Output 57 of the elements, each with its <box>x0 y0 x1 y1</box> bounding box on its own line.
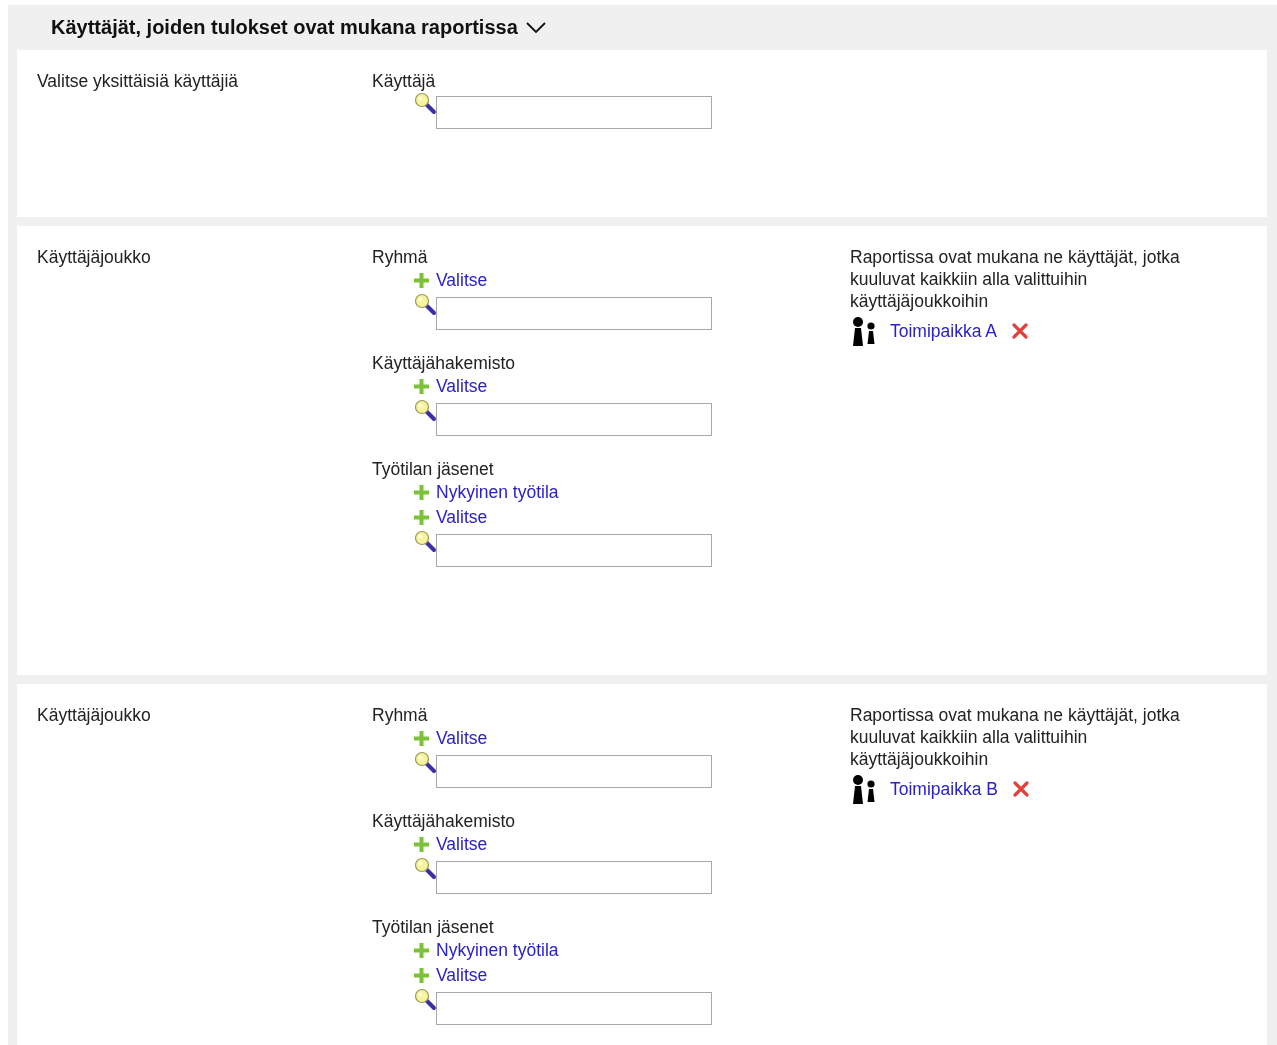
section-label: Valitse yksittäisiä käyttäjiä <box>37 71 238 91</box>
plus-icon <box>413 378 430 395</box>
search-field[interactable] <box>436 755 712 788</box>
add-link[interactable]: Valitse <box>436 834 488 855</box>
field-label: Ryhmä <box>372 704 428 726</box>
search-icon[interactable] <box>414 857 438 881</box>
search-field[interactable] <box>436 96 712 129</box>
search-icon <box>414 751 436 773</box>
add-link[interactable]: Valitse <box>436 728 488 749</box>
plus-icon <box>413 836 430 853</box>
add-link[interactable]: Valitse <box>436 507 488 528</box>
user-set-link[interactable]: Toimipaikka B <box>890 778 998 800</box>
search-icon <box>414 857 436 879</box>
search-icon[interactable] <box>414 988 438 1012</box>
add-link[interactable]: Valitse <box>436 965 488 986</box>
search-field[interactable] <box>436 297 712 330</box>
add-link[interactable]: Nykyinen työtila <box>436 482 559 503</box>
user-set-link[interactable]: Toimipaikka A <box>890 320 997 342</box>
field-label: Käyttäjähakemisto <box>372 352 515 374</box>
add-link[interactable]: Nykyinen työtila <box>436 940 559 961</box>
section-toggle[interactable]: Käyttäjät, joiden tulokset ovat mukana raportissa <box>51 16 546 39</box>
search-icon[interactable] <box>414 751 438 775</box>
search-icon <box>414 399 436 421</box>
section-label: Käyttäjäjoukko <box>37 247 151 267</box>
search-icon <box>414 988 436 1010</box>
people-icon <box>850 316 878 346</box>
plus-icon <box>413 509 430 526</box>
plus-icon <box>413 730 430 747</box>
plus-icon <box>413 967 430 984</box>
search-icon[interactable] <box>414 530 438 554</box>
info-text: Raportissa ovat mukana ne käyttäjät, jotka kuuluvat kaikkiin alla valittuihin käyttäjäjoukkoihin <box>850 246 1181 312</box>
add-link[interactable]: Valitse <box>436 270 488 291</box>
field-label: Työtilan jäsenet <box>372 458 494 480</box>
field-label: Työtilan jäsenet <box>372 916 494 938</box>
field-label: Ryhmä <box>372 246 428 268</box>
search-field[interactable] <box>436 403 712 436</box>
add-link[interactable]: Valitse <box>436 376 488 397</box>
plus-icon <box>413 942 430 959</box>
field-label: Käyttäjä <box>372 70 436 92</box>
plus-icon <box>413 272 430 289</box>
plus-icon <box>413 484 430 501</box>
section-label: Käyttäjäjoukko <box>37 705 151 725</box>
search-icon <box>414 92 436 114</box>
remove-button[interactable] <box>1011 780 1030 798</box>
people-icon <box>850 774 878 804</box>
search-field[interactable] <box>436 861 712 894</box>
info-text: Raportissa ovat mukana ne käyttäjät, jotka kuuluvat kaikkiin alla valittuihin käyttäjäjoukkoihin <box>850 704 1181 770</box>
search-field[interactable] <box>436 992 712 1025</box>
search-icon <box>414 293 436 315</box>
chevron-down-icon <box>525 21 546 34</box>
remove-button[interactable] <box>1011 322 1029 340</box>
search-icon[interactable] <box>414 399 438 423</box>
search-field[interactable] <box>436 534 712 567</box>
search-icon <box>414 530 436 552</box>
search-icon[interactable] <box>414 293 438 317</box>
search-icon[interactable] <box>414 92 438 116</box>
field-label: Käyttäjähakemisto <box>372 810 515 832</box>
